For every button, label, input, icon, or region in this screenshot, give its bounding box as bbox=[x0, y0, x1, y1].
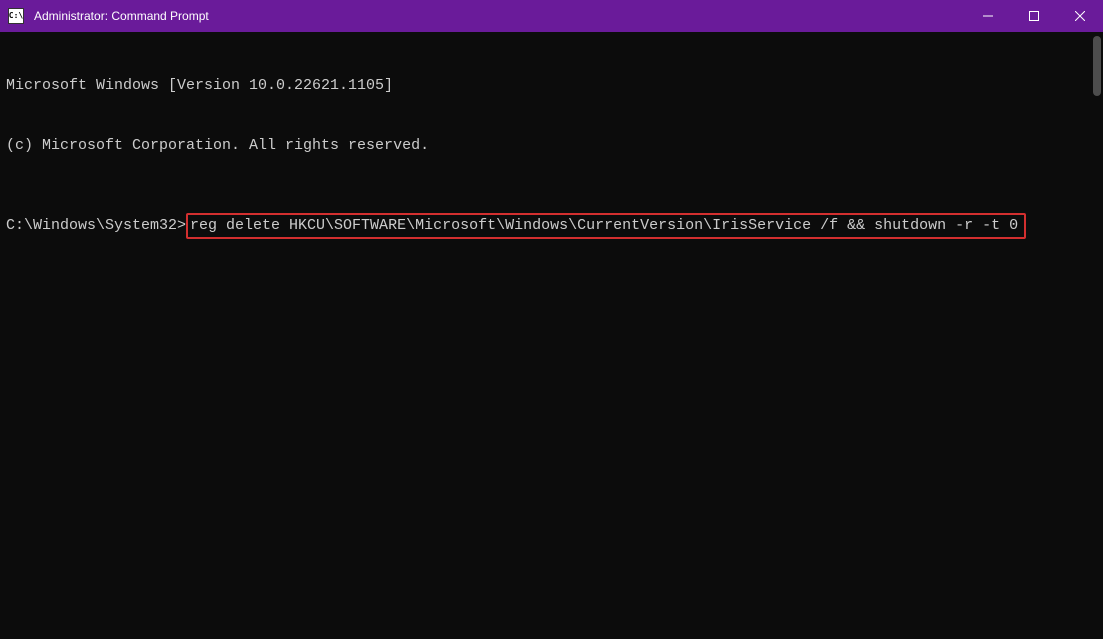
terminal-area[interactable]: Microsoft Windows [Version 10.0.22621.11… bbox=[0, 32, 1103, 639]
close-icon bbox=[1075, 11, 1085, 21]
terminal-output-line: (c) Microsoft Corporation. All rights re… bbox=[6, 136, 1097, 156]
window-title: Administrator: Command Prompt bbox=[32, 9, 965, 23]
app-icon-text: C:\ bbox=[9, 12, 23, 20]
app-icon: C:\ bbox=[8, 8, 24, 24]
close-button[interactable] bbox=[1057, 0, 1103, 32]
command-prompt-window: C:\ Administrator: Command Prompt Micros… bbox=[0, 0, 1103, 639]
terminal-prompt: C:\Windows\System32> bbox=[6, 216, 186, 236]
scrollbar-thumb[interactable] bbox=[1093, 36, 1101, 96]
terminal-output-line: Microsoft Windows [Version 10.0.22621.11… bbox=[6, 76, 1097, 96]
minimize-icon bbox=[983, 11, 993, 21]
maximize-button[interactable] bbox=[1011, 0, 1057, 32]
titlebar[interactable]: C:\ Administrator: Command Prompt bbox=[0, 0, 1103, 32]
terminal-command-highlighted: reg delete HKCU\SOFTWARE\Microsoft\Windo… bbox=[186, 213, 1026, 239]
window-controls bbox=[965, 0, 1103, 32]
scrollbar[interactable] bbox=[1089, 32, 1103, 639]
minimize-button[interactable] bbox=[965, 0, 1011, 32]
maximize-icon bbox=[1029, 11, 1039, 21]
terminal-prompt-line: C:\Windows\System32>reg delete HKCU\SOFT… bbox=[6, 216, 1097, 239]
